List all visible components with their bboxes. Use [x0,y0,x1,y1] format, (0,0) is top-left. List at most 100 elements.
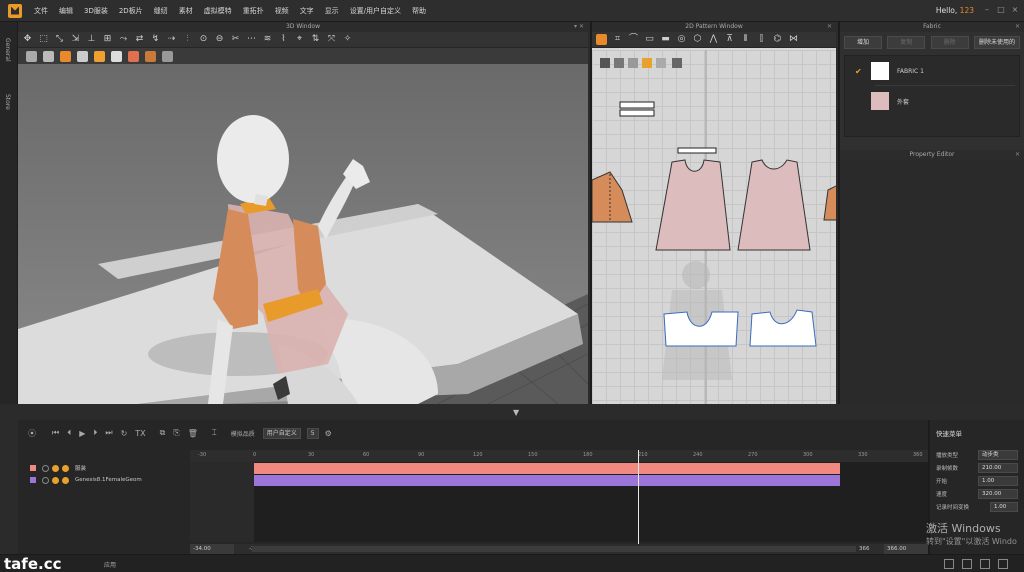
pattern-piece-belt-1[interactable] [619,101,655,109]
tab-general[interactable]: General [4,38,11,62]
window-options-icon[interactable]: ✕ [1015,22,1020,32]
segment-sewing-icon[interactable]: ↯ [150,34,161,45]
go-start-icon[interactable]: ⏮ [52,428,59,438]
menu-display[interactable]: 显示 [325,6,339,16]
track-row-avatar[interactable]: Genesis8.1FemaleGeom [18,474,190,486]
fold-icon[interactable]: ⤡ [54,34,65,45]
steps-stepper[interactable]: 5 [306,427,319,439]
range-start-field[interactable]: -34.00 [190,544,234,554]
fit-map-icon[interactable] [111,50,122,62]
free-sewing-2d-icon[interactable]: ⫿ [756,34,767,45]
edit-sewing-icon[interactable]: ⇄ [134,34,145,45]
transform-icon[interactable]: ⤧ [326,34,337,45]
piping-icon[interactable]: ⌇ [278,34,289,45]
pattern-piece-collar[interactable] [677,147,717,154]
3d-viewport[interactable]: 0 [18,64,588,404]
pattern-piece-lining-back[interactable] [749,309,817,347]
timeline-playhead[interactable] [638,450,639,546]
fold-arrange-icon[interactable]: ⌖ [294,34,305,45]
zipper-icon[interactable]: ⫶ [182,34,193,45]
pattern-piece-back[interactable] [737,159,811,251]
buttonhole-icon[interactable]: ⊖ [214,34,225,45]
close-icon[interactable]: × [1010,5,1020,15]
menu-sewing[interactable]: 缝纫 [154,6,168,16]
tx-label[interactable]: TX [135,429,145,438]
visibility-toggle-icon[interactable] [52,464,59,472]
material-icon[interactable] [60,50,71,62]
menu-avatar[interactable]: 虚拟模特 [204,6,232,16]
tab-store[interactable]: Store [4,94,11,110]
pin-icon[interactable]: ⊥ [86,34,97,45]
time-transform-field[interactable]: 1.00 [990,501,1018,512]
select-move-icon[interactable]: ✥ [22,34,33,45]
add-fabric-button[interactable]: 增加 [844,36,882,49]
layout-2-icon[interactable] [962,559,972,569]
trim-icon[interactable]: ✂ [230,34,241,45]
trace-icon[interactable]: ⊼ [724,34,735,45]
window-options-icon[interactable]: ✕ [1015,150,1020,160]
timeline-scrollbar[interactable] [252,546,872,552]
menu-materials[interactable]: 素材 [179,6,193,16]
window-options-icon[interactable]: ▾ ✕ [574,22,584,32]
track-row-garment[interactable]: 服装 [18,462,190,474]
select-mesh-icon[interactable]: ⬚ [38,34,49,45]
key-split-icon[interactable]: ⌶ [212,428,217,438]
window-options-icon[interactable]: ✕ [827,22,832,32]
go-end-icon[interactable]: ⏭ [105,428,112,438]
lock-toggle-icon[interactable] [42,464,49,472]
rectangle-icon[interactable]: ▬ [660,34,671,45]
next-frame-icon[interactable]: ⏵ [93,428,97,438]
topstitch-icon[interactable]: ⋯ [246,34,257,45]
visibility-toggle-icon[interactable] [52,476,59,484]
menu-2d-pattern[interactable]: 2D板片 [119,6,143,16]
pattern-piece-sleeve-left[interactable] [592,171,633,223]
menu-text[interactable]: 文字 [300,6,314,16]
avatar-select-icon[interactable] [43,50,54,62]
more-tools-icon[interactable]: ⋈ [788,34,799,45]
maximize-icon[interactable]: □ [996,5,1006,15]
layout-3-icon[interactable] [980,559,990,569]
fabric-list-item[interactable]: ✔ FABRIC 1 [845,56,1019,86]
simulate-toggle-icon[interactable] [62,464,69,472]
fabric-list-item[interactable]: 外套 [845,86,1019,116]
transform-pattern-icon[interactable] [596,34,607,45]
menu-edit[interactable]: 编辑 [59,6,73,16]
garment-track-bar[interactable] [254,463,840,474]
simulation-icon[interactable] [94,50,105,62]
pattern-piece-front[interactable] [655,159,731,251]
avatar-track-bar[interactable] [254,475,840,486]
pattern-piece-belt-2[interactable] [619,109,655,117]
panel-splitter[interactable]: ▼ [18,404,1024,420]
delete-fabric-button[interactable]: 删除 [930,36,969,49]
paste-keys-icon[interactable]: ⎘ [173,428,179,438]
loop-icon[interactable]: ↻ [121,429,128,438]
tack-icon[interactable]: ⇲ [70,34,81,45]
record-frames-field[interactable]: 210.00 [978,462,1018,473]
segment-sewing-2d-icon[interactable]: ⫴ [740,34,751,45]
circle-icon[interactable]: ◎ [676,34,687,45]
avatar-pose-icon[interactable] [26,50,37,62]
playback-type-select[interactable]: 动步类 [978,449,1018,460]
menu-file[interactable]: 文件 [34,6,48,16]
export-icon[interactable] [162,50,173,62]
puckering-icon[interactable]: ≋ [262,34,273,45]
free-sewing-icon[interactable]: ⇢ [166,34,177,45]
internal-polygon-icon[interactable]: ⬡ [692,34,703,45]
dart-icon[interactable]: ⋀ [708,34,719,45]
pattern-piece-sleeve-right[interactable] [823,185,836,221]
user-name[interactable]: 123 [960,6,974,15]
layout-4-icon[interactable] [998,559,1008,569]
layout-1-icon[interactable] [944,559,954,569]
hotkey-icon[interactable]: ✧ [342,34,353,45]
prev-frame-icon[interactable]: ⏴ [67,428,71,438]
collapse-arrow-icon[interactable]: ▼ [513,408,519,417]
delete-unused-button[interactable]: 删除未使用的 [973,36,1020,49]
menu-settings[interactable]: 设置/用户自定义 [350,6,401,16]
edit-sewing-2d-icon[interactable]: ⌬ [772,34,783,45]
track-timeline-area[interactable] [190,462,928,542]
menu-retopology[interactable]: 重拓扑 [243,6,264,16]
play-icon[interactable]: ▶ [79,429,85,438]
simulate-toggle-icon[interactable] [62,476,69,484]
record-icon[interactable]: ⦿ [28,428,36,439]
timeline-ruler[interactable]: -30 0 30 60 90 120 150 180 210 240 270 3… [190,450,928,462]
